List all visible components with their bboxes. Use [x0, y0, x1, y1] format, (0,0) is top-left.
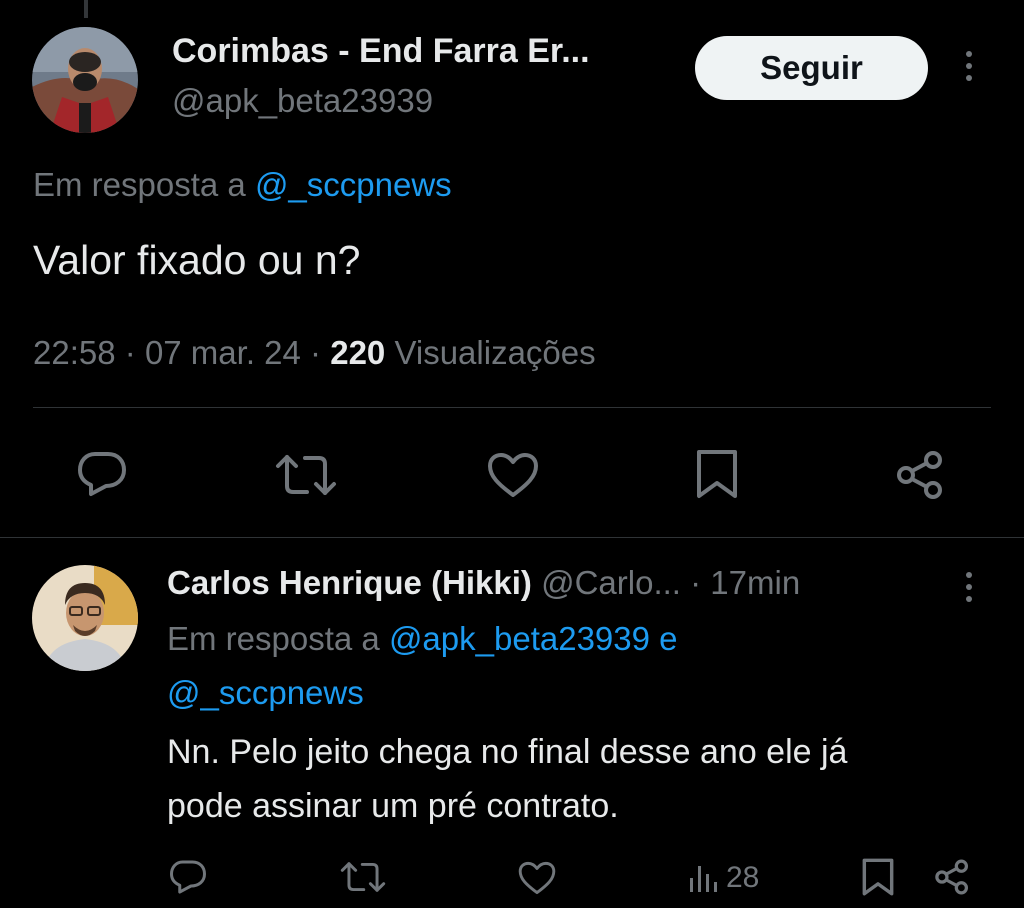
reply-context: Em resposta a @_sccpnews [33, 166, 452, 204]
bookmark-icon[interactable] [696, 449, 738, 499]
views-count: 220 [330, 334, 386, 371]
tweet-time[interactable]: 22:58 [33, 334, 116, 371]
reply-author-name[interactable]: Carlos Henrique (Hikki) [167, 564, 532, 601]
reply-to-mention[interactable]: @_sccpnews [255, 166, 452, 203]
divider [0, 537, 1024, 538]
meta-separator: · [310, 334, 322, 371]
reply-to-mention[interactable]: @apk_beta23939 e [389, 620, 678, 657]
reply-context: Em resposta a @apk_beta23939 e [167, 620, 678, 658]
tweet-date[interactable]: 07 mar. 24 [145, 334, 301, 371]
views-icon[interactable] [688, 862, 720, 894]
author-avatar[interactable] [32, 27, 138, 133]
bookmark-icon[interactable] [862, 858, 894, 896]
reply-icon[interactable] [169, 859, 207, 895]
share-icon[interactable] [895, 450, 945, 500]
follow-button[interactable]: Seguir [695, 36, 928, 100]
reply-icon[interactable] [77, 450, 127, 498]
more-options-icon[interactable] [964, 572, 974, 602]
reply-author-handle[interactable]: @Carlo... [541, 564, 681, 601]
reply-views-count: 28 [726, 861, 760, 894]
reply-time[interactable]: · 17min [690, 564, 800, 601]
views-label: Visualizações [394, 334, 596, 371]
reply-author-avatar[interactable] [32, 565, 138, 671]
thread-connector-line [84, 0, 88, 18]
author-handle[interactable]: @apk_beta23939 [172, 82, 433, 120]
tweet-meta: 22:58 · 07 mar. 24 · 220 Visualizações [33, 334, 596, 372]
reply-text-line: pode assinar um pré contrato. [167, 787, 619, 825]
reply-context-prefix: Em resposta a [33, 166, 246, 203]
divider [33, 407, 991, 408]
reply-to-mention[interactable]: @_sccpnews [167, 674, 364, 712]
reply-context-prefix: Em resposta a [167, 620, 380, 657]
more-options-icon[interactable] [964, 51, 974, 81]
reply-header: Carlos Henrique (Hikki) @Carlo... · 17mi… [167, 564, 800, 602]
heart-icon[interactable] [487, 452, 539, 498]
heart-icon[interactable] [518, 861, 556, 895]
tweet-text: Valor fixado ou n? [33, 237, 361, 283]
meta-separator: · [124, 334, 136, 371]
reply-text-line: Nn. Pelo jeito chega no final desse ano … [167, 733, 848, 771]
retweet-icon[interactable] [275, 452, 337, 498]
author-name[interactable]: Corimbas - End Farra Er... [172, 32, 590, 71]
retweet-icon[interactable] [340, 860, 386, 894]
share-icon[interactable] [934, 859, 970, 895]
